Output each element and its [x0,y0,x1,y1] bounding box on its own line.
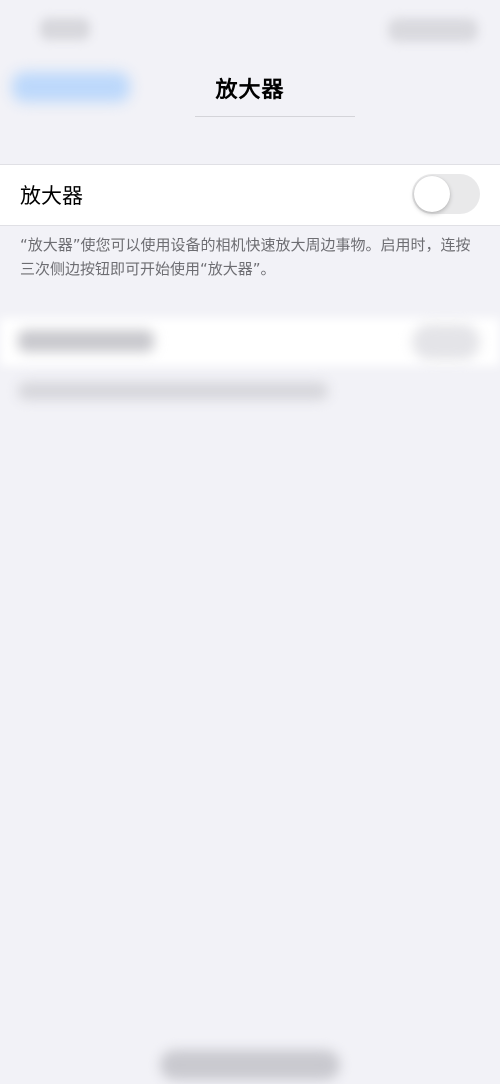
blurred-setting-label [18,330,154,352]
navigation-bar: 放大器 [0,60,500,118]
page-title: 放大器 [215,78,285,103]
magnifier-row: 放大器 [0,164,500,226]
magnifier-footer-text: “放大器”使您可以使用设备的相机快速放大周边事物。启用时，连按三次侧边按钮即可开… [20,236,471,278]
blurred-setting-footer [18,382,328,400]
magnifier-toggle[interactable] [412,174,480,214]
status-bar [0,0,500,60]
status-icons-blurred [388,18,478,42]
toggle-knob [414,176,450,212]
status-time-blurred [40,18,90,40]
nav-divider [195,116,355,117]
blurred-setting-toggle [412,324,480,360]
home-indicator [160,1050,340,1080]
magnifier-label: 放大器 [20,184,83,208]
